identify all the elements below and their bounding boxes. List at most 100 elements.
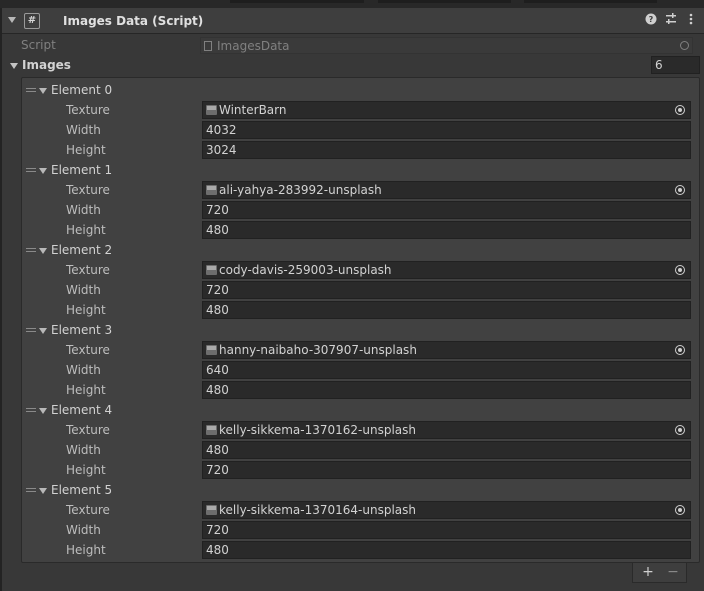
help-icon[interactable]: ? xyxy=(644,13,658,27)
element-label[interactable]: Element 4 xyxy=(51,403,112,417)
element-label[interactable]: Element 5 xyxy=(51,483,112,497)
kebab-menu-icon[interactable] xyxy=(684,13,698,27)
script-label: Script xyxy=(21,38,56,52)
height-label: Height xyxy=(66,303,106,317)
texture-label: Texture xyxy=(66,263,110,277)
texture-field[interactable]: ali-yahya-283992-unsplash xyxy=(202,181,691,199)
component-header[interactable]: # Images Data (Script) ? xyxy=(2,8,704,34)
script-file-icon xyxy=(204,41,212,51)
height-value: 720 xyxy=(206,463,229,477)
drag-handle-icon[interactable] xyxy=(26,328,36,334)
script-field: ImagesData xyxy=(200,37,693,54)
texture-label: Texture xyxy=(66,183,110,197)
width-field[interactable]: 720 xyxy=(202,521,691,539)
height-value: 480 xyxy=(206,383,229,397)
drag-handle-icon[interactable] xyxy=(26,168,36,174)
collapse-arrow-icon[interactable] xyxy=(8,17,16,23)
element-label[interactable]: Element 1 xyxy=(51,163,112,177)
svg-text:?: ? xyxy=(649,15,654,24)
texture-thumbnail-icon xyxy=(206,505,217,515)
width-label: Width xyxy=(66,363,101,377)
object-picker-icon[interactable] xyxy=(675,185,685,195)
drag-handle-icon[interactable] xyxy=(26,408,36,414)
object-picker-icon xyxy=(680,41,689,50)
drag-handle-icon[interactable] xyxy=(26,88,36,94)
texture-value: ali-yahya-283992-unsplash xyxy=(219,183,382,197)
left-edge xyxy=(0,8,2,591)
element-foldout-arrow-icon[interactable] xyxy=(39,88,47,94)
object-picker-icon[interactable] xyxy=(675,265,685,275)
height-label: Height xyxy=(66,143,106,157)
element-foldout-arrow-icon[interactable] xyxy=(39,328,47,334)
top-strip xyxy=(0,0,704,8)
height-field[interactable]: 480 xyxy=(202,381,691,399)
presets-icon[interactable] xyxy=(664,13,678,27)
top-strip-segment xyxy=(378,0,511,3)
width-field[interactable]: 4032 xyxy=(202,121,691,139)
drag-handle-icon[interactable] xyxy=(26,488,36,494)
height-field[interactable]: 3024 xyxy=(202,141,691,159)
width-value: 480 xyxy=(206,443,229,457)
width-value: 720 xyxy=(206,203,229,217)
width-value: 720 xyxy=(206,523,229,537)
width-label: Width xyxy=(66,443,101,457)
texture-field[interactable]: cody-davis-259003-unsplash xyxy=(202,261,691,279)
height-label: Height xyxy=(66,383,106,397)
texture-thumbnail-icon xyxy=(206,425,217,435)
height-value: 3024 xyxy=(206,143,237,157)
texture-value: kelly-sikkema-1370164-unsplash xyxy=(219,503,417,517)
drag-handle-icon[interactable] xyxy=(26,248,36,254)
width-label: Width xyxy=(66,283,101,297)
width-label: Width xyxy=(66,523,101,537)
width-label: Width xyxy=(66,203,101,217)
element-label[interactable]: Element 2 xyxy=(51,243,112,257)
script-icon: # xyxy=(24,13,40,29)
texture-thumbnail-icon xyxy=(206,345,217,355)
object-picker-icon[interactable] xyxy=(675,505,685,515)
height-label: Height xyxy=(66,463,106,477)
texture-field[interactable]: hanny-naibaho-307907-unsplash xyxy=(202,341,691,359)
object-picker-icon[interactable] xyxy=(675,425,685,435)
object-picker-icon[interactable] xyxy=(675,345,685,355)
element-foldout-arrow-icon[interactable] xyxy=(39,168,47,174)
component-title: Images Data (Script) xyxy=(63,14,204,28)
element-label[interactable]: Element 0 xyxy=(51,83,112,97)
width-field[interactable]: 640 xyxy=(202,361,691,379)
texture-thumbnail-icon xyxy=(206,265,217,275)
texture-field[interactable]: kelly-sikkema-1370162-unsplash xyxy=(202,421,691,439)
images-label[interactable]: Images xyxy=(22,58,71,72)
element-label[interactable]: Element 3 xyxy=(51,323,112,337)
texture-value: hanny-naibaho-307907-unsplash xyxy=(219,343,417,357)
height-field[interactable]: 480 xyxy=(202,221,691,239)
width-field[interactable]: 720 xyxy=(202,201,691,219)
script-value: ImagesData xyxy=(217,39,290,53)
top-strip-segment xyxy=(524,0,657,3)
height-field[interactable]: 720 xyxy=(202,461,691,479)
width-field[interactable]: 720 xyxy=(202,281,691,299)
height-value: 480 xyxy=(206,223,229,237)
element-foldout-arrow-icon[interactable] xyxy=(39,488,47,494)
element-foldout-arrow-icon[interactable] xyxy=(39,248,47,254)
texture-thumbnail-icon xyxy=(206,105,217,115)
object-picker-icon[interactable] xyxy=(675,105,685,115)
remove-element-button[interactable]: − xyxy=(662,563,684,581)
width-value: 640 xyxy=(206,363,229,377)
texture-field[interactable]: WinterBarn xyxy=(202,101,691,119)
height-field[interactable]: 480 xyxy=(202,541,691,559)
width-label: Width xyxy=(66,123,101,137)
width-field[interactable]: 480 xyxy=(202,441,691,459)
texture-label: Texture xyxy=(66,503,110,517)
height-label: Height xyxy=(66,543,106,557)
texture-label: Texture xyxy=(66,423,110,437)
texture-label: Texture xyxy=(66,343,110,357)
element-foldout-arrow-icon[interactable] xyxy=(39,408,47,414)
texture-value: kelly-sikkema-1370162-unsplash xyxy=(219,423,417,437)
height-label: Height xyxy=(66,223,106,237)
texture-value: WinterBarn xyxy=(219,103,287,117)
images-count-field[interactable]: 6 xyxy=(651,56,700,74)
images-foldout-arrow-icon[interactable] xyxy=(10,63,18,69)
height-field[interactable]: 480 xyxy=(202,301,691,319)
texture-field[interactable]: kelly-sikkema-1370164-unsplash xyxy=(202,501,691,519)
list-footer: + − xyxy=(632,563,687,583)
add-element-button[interactable]: + xyxy=(637,563,659,581)
